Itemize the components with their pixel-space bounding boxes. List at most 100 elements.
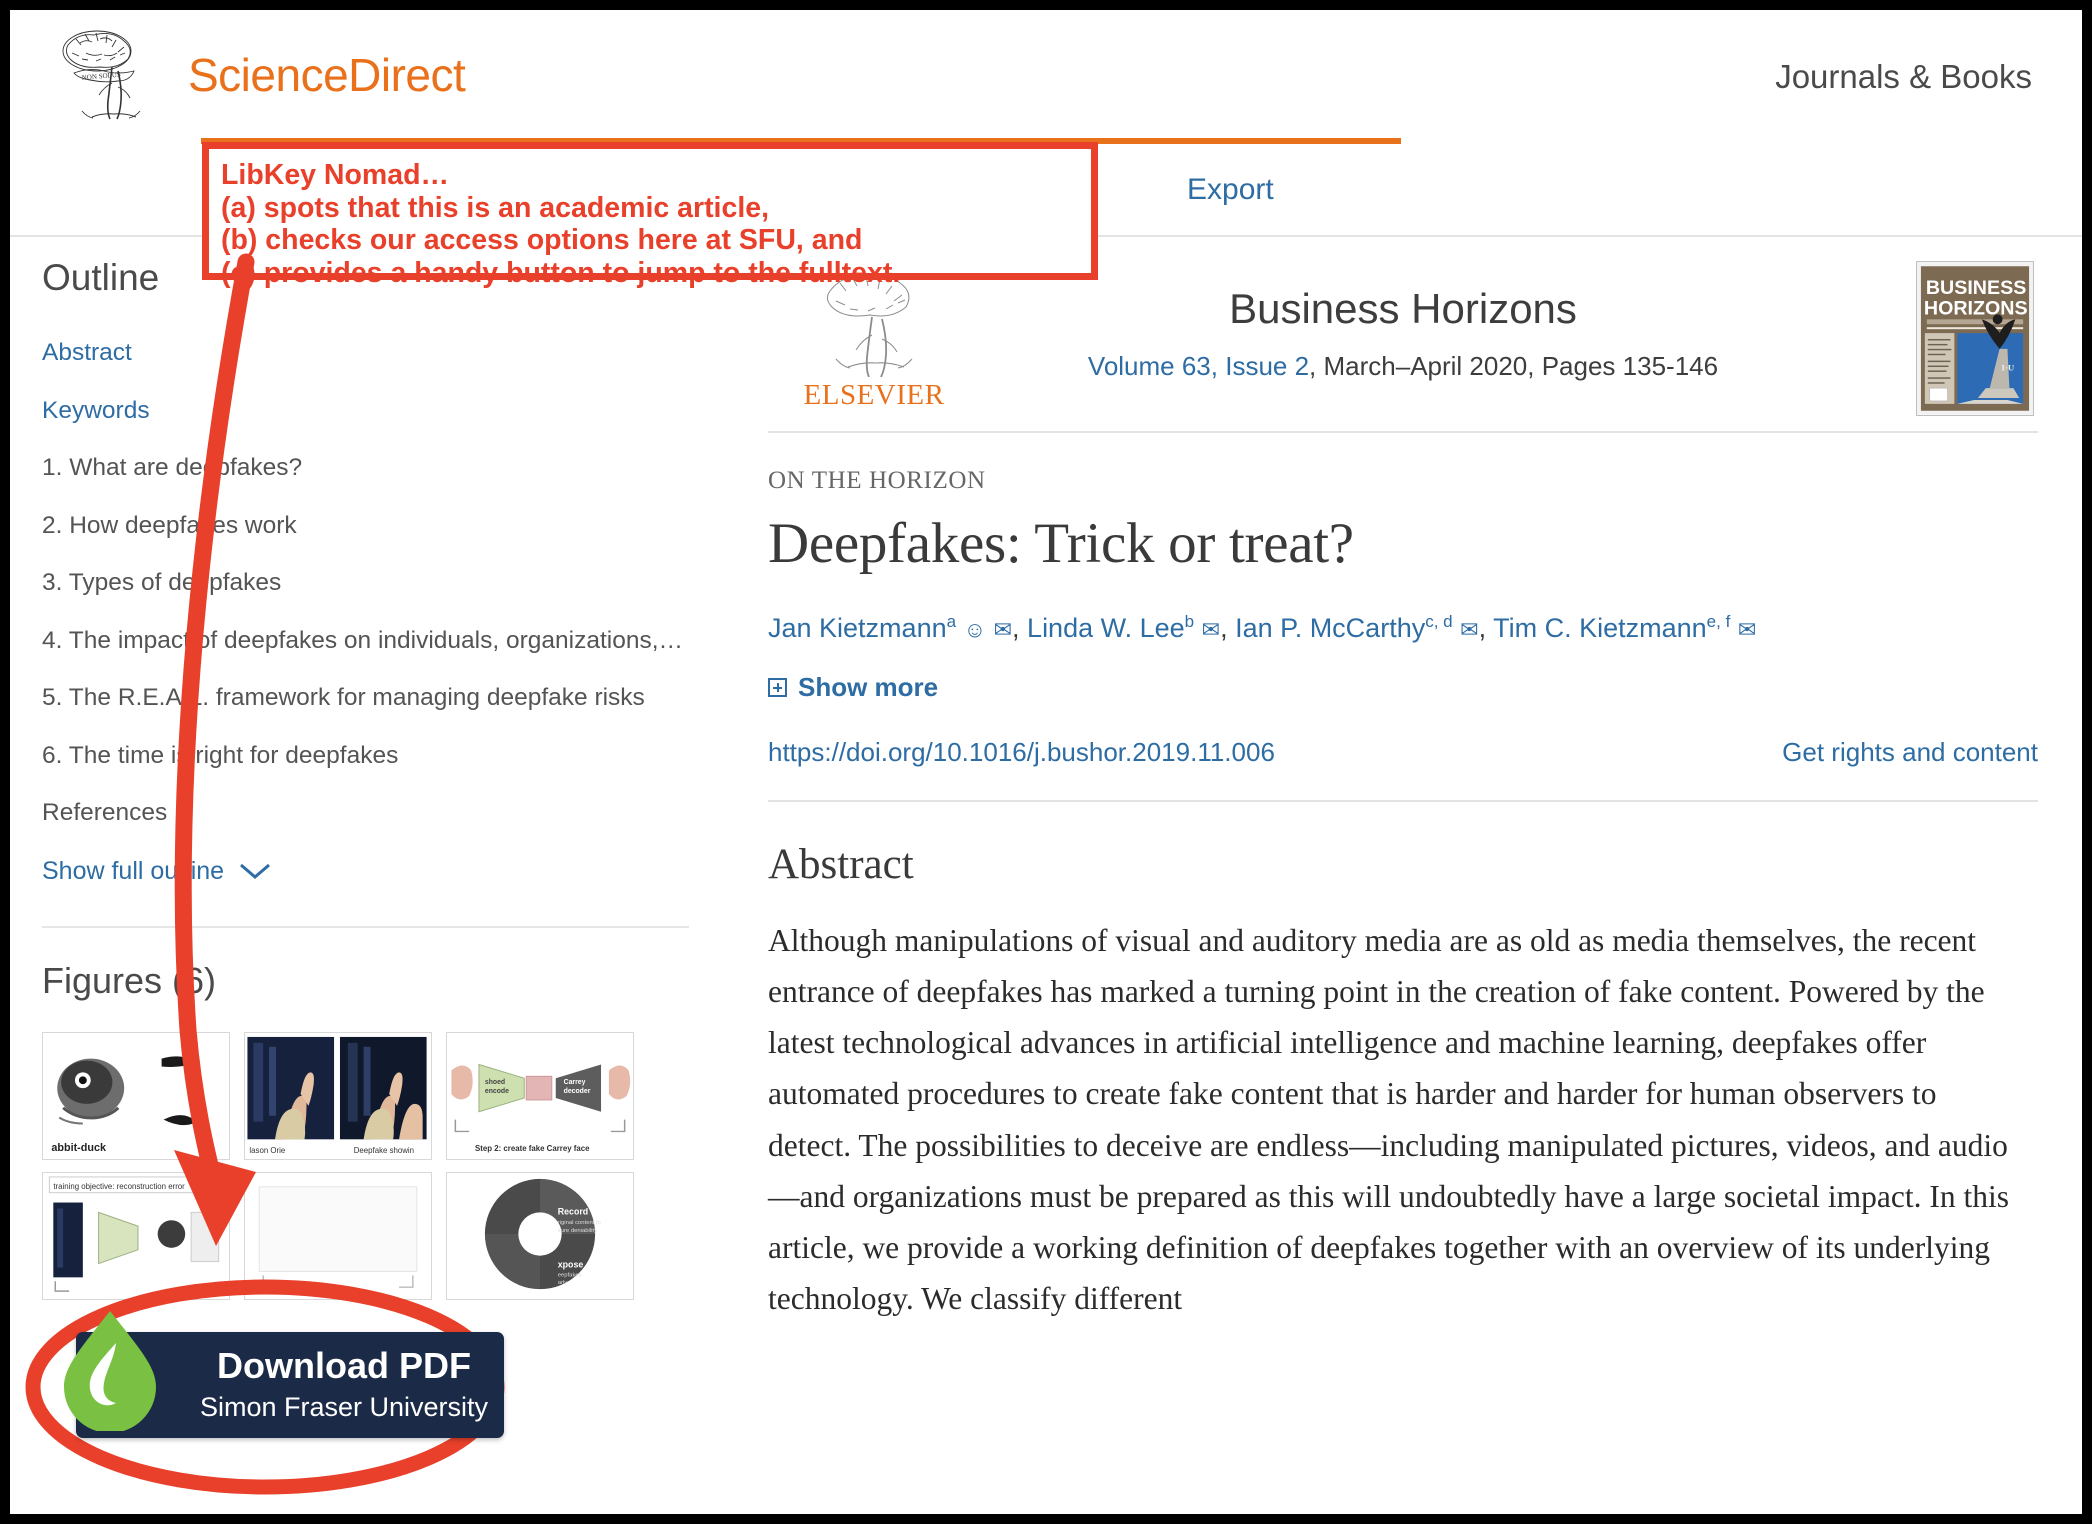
author-name-3[interactable]: Ian P. McCarthy [1235,613,1425,643]
svg-text:riginal content to: riginal content to [558,1220,602,1226]
svg-text:abbit-duck: abbit-duck [51,1142,107,1154]
libkey-title: Download PDF [217,1345,471,1387]
outline-item-abstract[interactable]: Abstract [42,339,689,367]
outline-item-3[interactable]: 3. Types of deepfakes [42,569,689,597]
svg-text:shoed: shoed [485,1079,505,1086]
content-divider [768,800,2038,803]
doi-row: https://doi.org/10.1016/j.bushor.2019.11… [768,737,2038,768]
issue-date-pages: , March–April 2020, Pages 135-146 [1309,351,1719,381]
svg-text:arly: arly [558,1280,568,1286]
figure-thumbnail-6[interactable]: Record riginal content to sure deniabili… [446,1171,634,1300]
elsevier-tree-icon: NON SOLUS [62,30,141,120]
svg-text:decoder: decoder [564,1088,591,1095]
sciencedirect-logo[interactable]: NON SOLUS ScienceDirect [52,25,466,125]
figure-thumbnail-1[interactable]: abbit-duck [42,1031,230,1160]
author-affiliation-1: a [946,612,957,631]
author-name-2[interactable]: Linda W. Lee [1027,613,1185,643]
browser-viewport: NON SOLUS ScienceDirect Journals & Books… [10,10,2082,1514]
doi-link[interactable]: https://doi.org/10.1016/j.bushor.2019.11… [768,737,1275,768]
outline-item-4[interactable]: 4. The impact of deepfakes on individual… [42,627,689,655]
outline-list: Abstract Keywords 1. What are deepfakes?… [42,339,689,827]
figure-thumbnail-2[interactable]: lason Orie Deepfake showin [244,1031,432,1160]
abstract-text: Although manipulations of visual and aud… [768,923,2010,1316]
figure-thumbnail-4[interactable]: training objective: reconstruction error [42,1171,230,1300]
svg-text:lason Orie: lason Orie [249,1146,285,1155]
figure-thumbnail-grid: abbit-duck lason Orie Deepfake showin sh… [42,1031,689,1300]
svg-text:training objective: reconstruc: training objective: reconstruction error [53,1181,185,1190]
svg-text:Record: Record [558,1206,588,1216]
figure-thumbnail-5[interactable] [244,1171,432,1300]
outline-item-references[interactable]: References [42,799,689,827]
corresponding-author-icon[interactable]: ☺ [964,617,986,642]
libkey-button-text: Download PDF Simon Fraser University [194,1347,494,1423]
business-horizons-cover-icon: BUSINESS HORIZONS I·U [1917,262,2033,415]
rabbit-duck-illustration-icon: abbit-duck [43,1032,229,1159]
abstract-heading: Abstract [768,841,914,889]
journal-cover-thumbnail[interactable]: BUSINESS HORIZONS I·U [1916,261,2034,416]
svg-text:xpose: xpose [558,1259,584,1269]
author-affiliation-3: c, d [1425,612,1453,631]
show-full-outline-button[interactable]: Show full outline [42,857,689,886]
libkey-droplet-icon [64,1311,156,1431]
annotation-line-3: (b) checks our access options here at SF… [221,224,863,257]
svg-text:I·U: I·U [2002,362,2015,372]
annotation-line-1: LibKey Nomad… [221,159,450,191]
svg-text:sure deniability: sure deniability [558,1228,597,1234]
elsevier-wordmark: ELSEVIER [803,379,945,411]
journal-info: Business Horizons Volume 63, Issue 2, Ma… [768,285,2038,382]
envelope-icon-3[interactable]: ✉ [1460,617,1478,642]
author-affiliation-2: b [1184,612,1195,631]
real-framework-donut-icon: Record riginal content to sure deniabili… [447,1172,633,1299]
journals-and-books-link[interactable]: Journals & Books [1775,58,2032,96]
svg-text:eepfakes: eepfakes [558,1272,582,1278]
journal-title[interactable]: Business Horizons [768,285,2038,333]
svg-text:Carrey: Carrey [564,1079,586,1086]
author-name-1[interactable]: Jan Kietzmann [768,613,947,643]
author-list: Jan Kietzmanna ☺ ✉, Linda W. Leeb ✉, Ian… [768,612,1757,643]
figure-thumbnail-3[interactable]: shoed encode Carrey decoder Step 2: crea… [446,1031,634,1160]
article-section-kicker: ON THE HORIZON [768,467,986,494]
site-header: NON SOLUS ScienceDirect Journals & Books [10,10,2082,144]
export-button[interactable]: Export [1187,173,1274,207]
svg-text:HORIZONS: HORIZONS [1924,297,2028,319]
page-title: Deepfakes: Trick or treat? [768,512,1354,575]
show-full-outline-label: Show full outline [42,856,225,885]
annotation-callout-box: LibKey Nomad… (a) spots that this is an … [202,142,1098,289]
training-objective-diagram-icon: training objective: reconstruction error [43,1172,229,1299]
libkey-download-pdf-button[interactable]: Download PDF Simon Fraser University [64,1311,504,1438]
outline-item-1[interactable]: 1. What are deepfakes? [42,454,689,482]
envelope-icon-4[interactable]: ✉ [1738,617,1756,642]
blank-figure-icon [245,1172,431,1299]
author-affiliation-4: e, f [1706,612,1731,631]
plus-icon [768,678,787,698]
annotation-line-4: (c) provides a handy button to jump to t… [221,256,901,289]
author-name-4[interactable]: Tim C. Kietzmann [1493,613,1707,643]
annotation-line-2: (a) spots that this is an academic artic… [221,191,770,224]
chevron-down-icon [240,863,271,879]
show-more-authors-button[interactable]: Show more [768,672,2038,703]
brand-wordmark: ScienceDirect [188,49,466,101]
svg-text:Step 2: create fake Carrey fac: Step 2: create fake Carrey face [475,1144,590,1153]
libkey-institution: Simon Fraser University [199,1391,489,1422]
outline-item-5[interactable]: 5. The R.E.A.L. framework for managing d… [42,684,689,712]
svg-text:NON SOLUS: NON SOLUS [81,71,121,82]
sciencedirect-article-page: NON SOLUS ScienceDirect Journals & Books… [10,10,2082,1514]
sidebar-divider [42,925,689,928]
article-header: ON THE HORIZON Deepfakes: Trick or treat… [768,467,2038,703]
envelope-icon-1[interactable]: ✉ [994,617,1012,642]
show-more-label: Show more [798,672,939,703]
envelope-icon-2[interactable]: ✉ [1202,617,1220,642]
svg-text:BUSINESS: BUSINESS [1926,277,2027,299]
outline-item-2[interactable]: 2. How deepfakes work [42,512,689,540]
article-main-content: ELSEVIER Business Horizons Volume 63, Is… [724,237,2082,1514]
outline-item-keywords[interactable]: Keywords [42,397,689,425]
svg-text:encode: encode [485,1088,509,1095]
figures-heading: Figures (6) [42,959,217,1001]
svg-text:Deepfake showin: Deepfake showin [354,1146,414,1155]
volume-issue-link[interactable]: Volume 63, Issue 2 [1088,351,1309,381]
get-rights-and-content-link[interactable]: Get rights and content [1782,737,2038,768]
journal-issue-line: Volume 63, Issue 2, March–April 2020, Pa… [768,351,2038,382]
encoder-decoder-diagram-icon: shoed encode Carrey decoder Step 2: crea… [447,1032,633,1159]
deepfake-video-comparison-icon: lason Orie Deepfake showin [245,1032,431,1159]
outline-item-6[interactable]: 6. The time is right for deepfakes [42,742,689,770]
